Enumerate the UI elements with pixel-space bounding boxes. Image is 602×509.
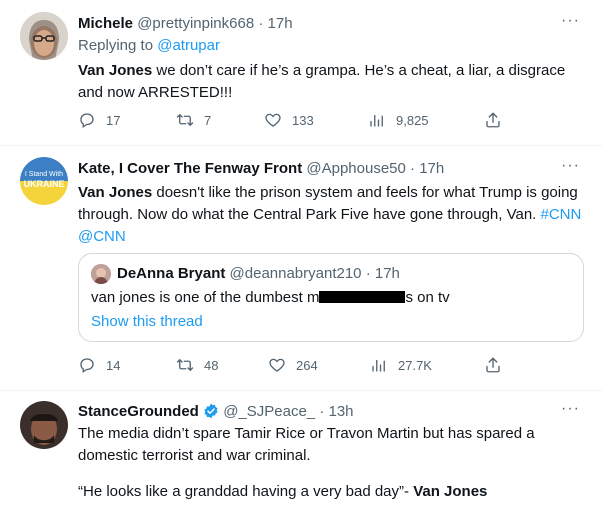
- reply-button[interactable]: 17: [78, 111, 120, 129]
- reply-icon: [78, 111, 96, 129]
- user-handle[interactable]: @_SJPeace_: [223, 403, 315, 420]
- retweet-button[interactable]: 7: [176, 111, 211, 129]
- share-button[interactable]: [484, 356, 502, 374]
- retweet-icon: [176, 111, 194, 129]
- quote-text-before: van jones is one of the dumbest m: [91, 289, 320, 306]
- quote-text-after: s on tv: [405, 289, 450, 306]
- avatar[interactable]: [20, 401, 68, 449]
- more-options-icon[interactable]: ···: [561, 157, 580, 175]
- mention-bold: Van Jones: [78, 184, 153, 201]
- timestamp[interactable]: · 17h: [410, 160, 444, 177]
- like-count: 133: [292, 112, 314, 128]
- tweet-header: Michele @prettyinpink668 · 17h: [78, 14, 293, 34]
- redaction-bar: [319, 291, 406, 303]
- quote-avatar: [91, 264, 111, 284]
- share-icon: [484, 111, 502, 129]
- reply-button[interactable]: 14: [78, 356, 120, 374]
- display-name[interactable]: StanceGrounded: [78, 403, 199, 420]
- timestamp[interactable]: · 13h: [319, 403, 353, 420]
- tweet-text-content: doesn't like the prison system and feels…: [78, 184, 578, 223]
- tweet-text: Van Jones we don’t care if he’s a grampa…: [78, 60, 583, 104]
- tweet-header: StanceGrounded @_SJPeace_ · 13h: [78, 402, 354, 422]
- reply-count: 17: [106, 112, 121, 128]
- quote-timestamp: · 17h: [365, 265, 400, 282]
- replying-to: Replying to @atrupar: [78, 37, 220, 54]
- tweet-kate[interactable]: I Stand With UKRAINE Kate, I Cover The F…: [0, 145, 602, 391]
- tweet-michele[interactable]: Michele @prettyinpink668 · 17h ··· Reply…: [0, 0, 602, 146]
- avatar-caption-1: I Stand With: [24, 171, 64, 178]
- views-icon: [370, 356, 388, 374]
- reply-count: 14: [106, 357, 121, 373]
- action-bar: 17 7 133 9,825: [78, 111, 508, 131]
- avatar-photo: [20, 401, 68, 449]
- avatar[interactable]: [20, 12, 68, 60]
- tweet-quote-line: “He looks like a granddad having a very …: [78, 481, 583, 503]
- quote-display-name: DeAnna Bryant: [117, 265, 226, 282]
- share-icon: [484, 356, 502, 374]
- more-options-icon[interactable]: ···: [561, 400, 580, 418]
- display-name[interactable]: Michele: [78, 15, 133, 32]
- retweet-count: 48: [204, 357, 219, 373]
- views-button[interactable]: 27.7K: [370, 356, 432, 374]
- replying-prefix: Replying to: [78, 37, 154, 54]
- like-button[interactable]: 133: [264, 111, 314, 129]
- views-icon: [368, 111, 386, 129]
- verified-badge-icon: [204, 403, 218, 419]
- user-handle[interactable]: @prettyinpink668: [137, 15, 254, 32]
- display-name[interactable]: Kate, I Cover The Fenway Front: [78, 160, 302, 177]
- quote-line-text: “He looks like a granddad having a very …: [78, 483, 414, 500]
- views-count: 9,825: [396, 112, 429, 128]
- retweet-icon: [176, 356, 194, 374]
- replying-to-link[interactable]: @atrupar: [157, 37, 220, 54]
- mention-link[interactable]: @CNN: [78, 228, 126, 245]
- avatar-photo: [20, 12, 68, 60]
- show-thread-link[interactable]: Show this thread: [91, 312, 203, 332]
- like-button[interactable]: 264: [268, 356, 318, 374]
- quote-text: van jones is one of the dumbest m s on tv: [91, 288, 450, 308]
- action-bar: 14 48 264 27.7K: [78, 356, 508, 376]
- retweet-button[interactable]: 48: [176, 356, 218, 374]
- tweet-text: The media didn’t spare Tamir Rice or Tra…: [78, 425, 535, 464]
- hashtag-link[interactable]: #CNN: [541, 206, 582, 223]
- timestamp[interactable]: · 17h: [258, 15, 292, 32]
- heart-icon: [264, 111, 282, 129]
- tweet-stancegrounded[interactable]: StanceGrounded @_SJPeace_ · 13h ··· The …: [0, 391, 602, 509]
- quote-handle: @deannabryant210: [229, 265, 362, 282]
- tweet-text-content: we don’t care if he’s a grampa. He’s a c…: [78, 62, 566, 101]
- user-handle[interactable]: @Apphouse50: [306, 160, 405, 177]
- quote-line-bold: Van Jones: [413, 483, 488, 500]
- quote-avatar-photo: [91, 264, 111, 284]
- tweet-header: Kate, I Cover The Fenway Front @Apphouse…: [78, 159, 444, 179]
- tweet-text: Van Jones doesn't like the prison system…: [78, 182, 583, 248]
- quoted-tweet[interactable]: DeAnna Bryant @deannabryant210 · 17h van…: [78, 253, 584, 342]
- mention-bold: Van Jones: [78, 62, 153, 79]
- retweet-count: 7: [204, 112, 212, 128]
- views-button[interactable]: 9,825: [368, 111, 429, 129]
- more-options-icon[interactable]: ···: [561, 12, 580, 30]
- like-count: 264: [296, 357, 318, 373]
- quote-header: DeAnna Bryant @deannabryant210 · 17h: [117, 264, 400, 284]
- heart-icon: [268, 356, 286, 374]
- reply-icon: [78, 356, 96, 374]
- views-count: 27.7K: [398, 357, 432, 373]
- avatar-caption-2: UKRAINE: [23, 179, 65, 189]
- share-button[interactable]: [484, 111, 502, 129]
- avatar[interactable]: I Stand With UKRAINE: [20, 157, 68, 205]
